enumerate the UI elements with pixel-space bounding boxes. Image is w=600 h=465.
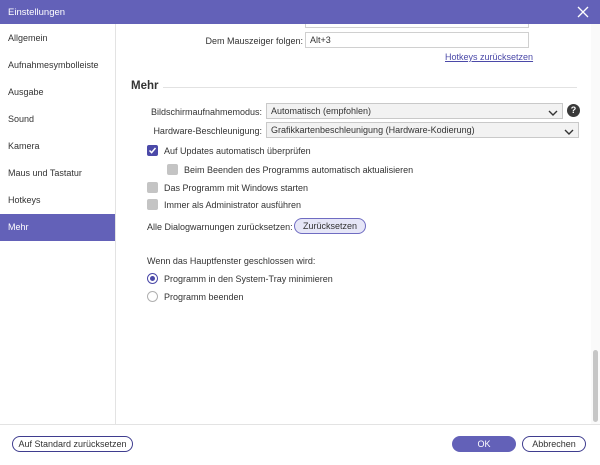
check-icon: [148, 147, 157, 154]
section-title-mehr: Mehr: [131, 80, 159, 92]
update-on-exit-checkbox[interactable]: [167, 164, 178, 175]
sidebar-item-hotkeys[interactable]: Hotkeys: [0, 187, 115, 214]
reset-defaults-button[interactable]: Auf Standard zurücksetzen: [12, 436, 133, 452]
run-as-admin-checkbox[interactable]: [147, 199, 158, 210]
capture-mode-select[interactable]: Automatisch (empfohlen): [266, 103, 563, 119]
start-with-windows-label: Das Programm mit Windows starten: [164, 183, 309, 193]
mouse-follow-hotkey-field[interactable]: Alt+3: [305, 32, 529, 48]
hw-accel-value: Grafikkartenbeschleunigung (Hardware-Kod…: [271, 125, 475, 135]
update-on-exit-label: Beim Beenden des Programms automatisch a…: [184, 165, 414, 175]
sidebar-item-allgemein[interactable]: Allgemein: [0, 25, 115, 52]
hotkeys-reset-link[interactable]: Hotkeys zurücksetzen: [445, 52, 533, 62]
help-icon[interactable]: ?: [567, 104, 580, 117]
exit-program-label: Programm beenden: [164, 292, 244, 302]
exit-program-radio[interactable]: [147, 291, 158, 302]
sidebar-item-maus-und-tastatur[interactable]: Maus und Tastatur: [0, 160, 115, 187]
content-scrollbar[interactable]: [591, 24, 600, 424]
close-main-label: Wenn das Hauptfenster geschlossen wird:: [147, 256, 316, 266]
sidebar: Allgemein Aufnahmesymbolleiste Ausgabe S…: [0, 24, 116, 424]
sidebar-item-aufnahmesymbolleiste[interactable]: Aufnahmesymbolleiste: [0, 52, 115, 79]
sidebar-item-kamera[interactable]: Kamera: [0, 133, 115, 160]
sidebar-item-sound[interactable]: Sound: [0, 106, 115, 133]
mouse-follow-label: Dem Mauszeiger folgen:: [205, 36, 303, 46]
hw-accel-label: Hardware-Beschleunigung:: [153, 126, 262, 136]
cancel-button[interactable]: Abbrechen: [522, 436, 586, 452]
sidebar-item-mehr[interactable]: Mehr: [0, 214, 115, 241]
hotkey-field-partial[interactable]: [305, 24, 529, 28]
minimize-to-tray-radio[interactable]: [147, 273, 158, 284]
footer: Auf Standard zurücksetzen OK Abbrechen: [0, 424, 600, 465]
window-title: Einstellungen: [8, 7, 66, 18]
chevron-down-icon: [564, 126, 574, 135]
auto-update-label: Auf Updates automatisch überprüfen: [164, 146, 311, 156]
close-icon[interactable]: [576, 5, 590, 19]
hw-accel-select[interactable]: Grafikkartenbeschleunigung (Hardware-Kod…: [266, 122, 579, 138]
scrollbar-thumb[interactable]: [593, 350, 598, 422]
reset-dialog-warnings-button[interactable]: Zurücksetzen: [294, 218, 366, 234]
start-with-windows-checkbox[interactable]: [147, 182, 158, 193]
settings-content: Dem Mauszeiger folgen: Alt+3 Hotkeys zur…: [117, 24, 590, 424]
sidebar-item-ausgabe[interactable]: Ausgabe: [0, 79, 115, 106]
ok-button[interactable]: OK: [452, 436, 516, 452]
run-as-admin-label: Immer als Administrator ausführen: [164, 200, 302, 210]
auto-update-checkbox[interactable]: [147, 145, 158, 156]
minimize-to-tray-label: Programm in den System-Tray minimieren: [164, 274, 333, 284]
capture-mode-value: Automatisch (empfohlen): [271, 106, 372, 116]
title-bar: Einstellungen: [0, 0, 600, 24]
dialog-warnings-label: Alle Dialogwarnungen zurücksetzen:: [147, 222, 293, 232]
chevron-down-icon: [548, 107, 558, 116]
section-divider: [163, 87, 577, 88]
capture-mode-label: Bildschirmaufnahmemodus:: [150, 107, 262, 117]
